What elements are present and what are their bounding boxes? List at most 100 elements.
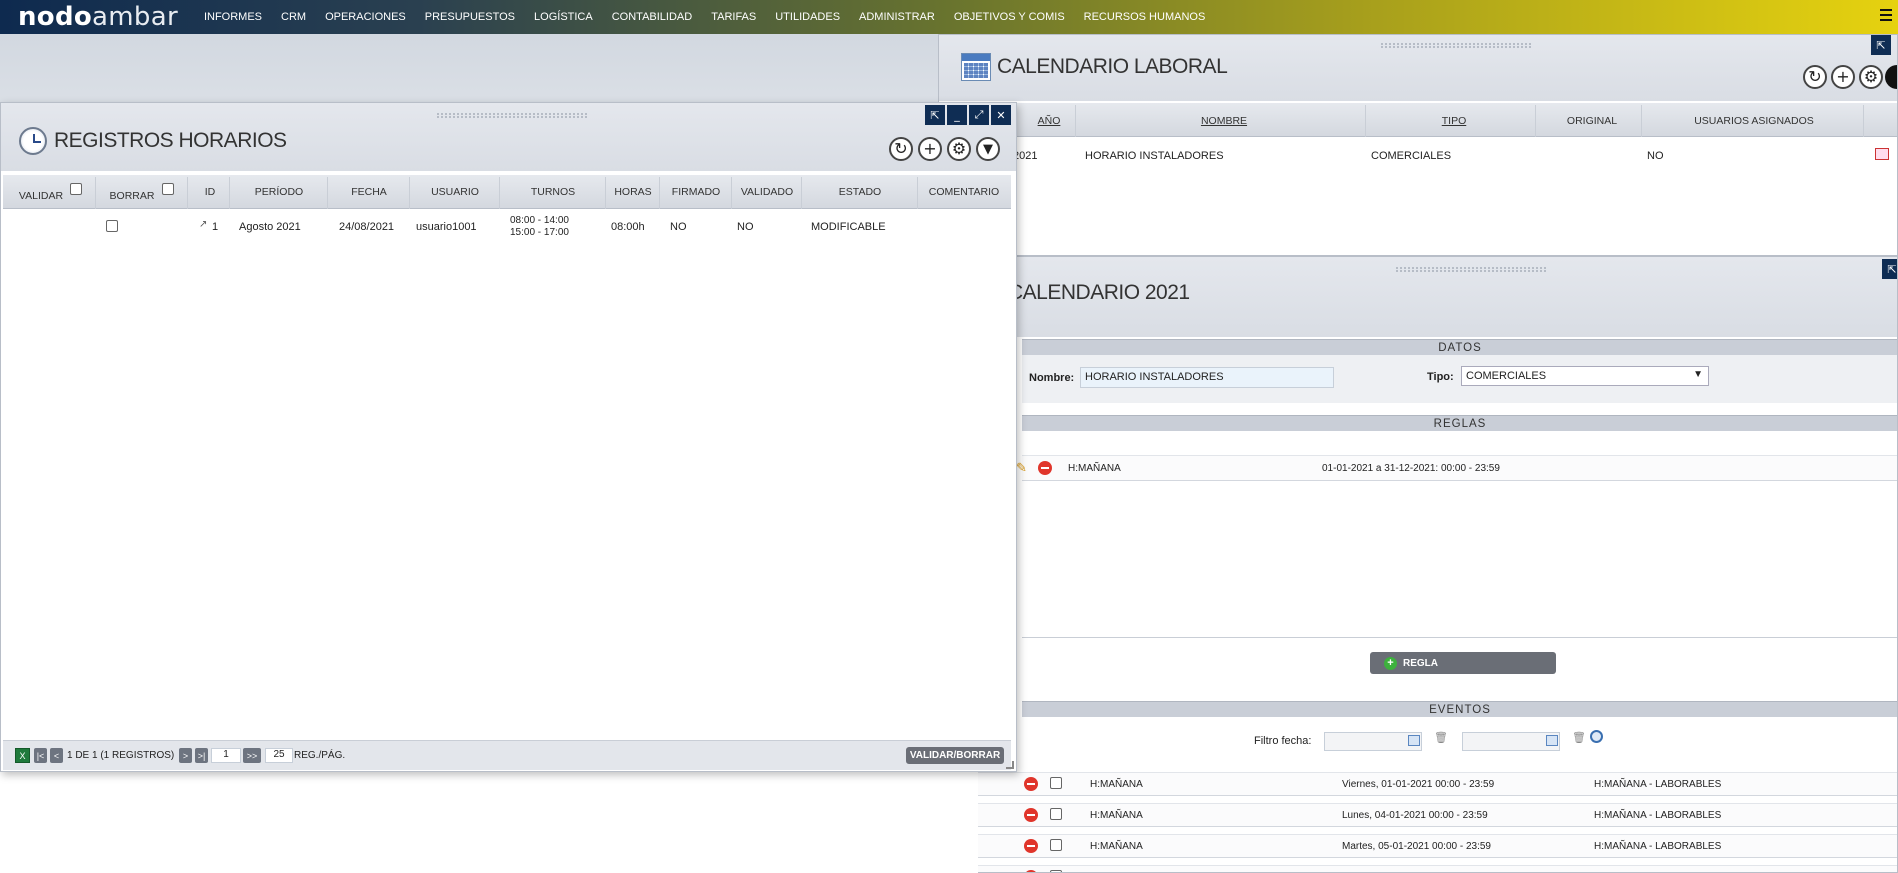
col-borrar: BORRAR [109, 190, 155, 202]
evento-checkbox[interactable] [1050, 839, 1062, 851]
menu-presupuestos[interactable]: PRESUPUESTOS [425, 11, 515, 23]
delete-icon[interactable] [1024, 839, 1038, 853]
menu-crm[interactable]: CRM [281, 11, 306, 23]
col-divider [187, 177, 188, 209]
page-number-input[interactable]: 1 [211, 748, 241, 763]
col-divider [327, 177, 328, 209]
evento-checkbox[interactable] [1050, 777, 1062, 789]
last-page-button[interactable]: >| [195, 748, 208, 763]
menu-informes[interactable]: INFORMES [204, 11, 262, 23]
col-usuario: USUARIO [431, 186, 479, 198]
maximize-icon[interactable]: ⤢ [969, 105, 989, 125]
col-validado: VALIDADO [740, 186, 794, 198]
col-divider [917, 177, 918, 209]
add-regla-button[interactable]: + REGLA [1370, 652, 1556, 674]
validar-all-checkbox[interactable] [70, 183, 82, 195]
menu-logistica[interactable]: LOGÍSTICA [534, 11, 593, 23]
col-divider [95, 177, 96, 209]
menu-operaciones[interactable]: OPERACIONES [325, 11, 406, 23]
evento-checkbox[interactable] [1050, 808, 1062, 820]
excel-export-icon[interactable]: X [15, 748, 30, 763]
validar-borrar-button[interactable]: VALIDAR/BORRAR [906, 747, 1004, 764]
cell-horas: 08:00h [611, 221, 645, 233]
eventos-section-header: EVENTOS [1022, 701, 1897, 717]
add-icon[interactable]: + [1831, 65, 1855, 89]
evento-row[interactable]: H:MAÑANA Martes, 05-01-2021 00:00 - 23:5… [978, 834, 1897, 858]
calendar-picker-icon[interactable] [1408, 735, 1420, 746]
evento-row[interactable] [978, 865, 1897, 872]
evento-name: H:MAÑANA [1090, 841, 1143, 852]
calendar-picker-icon[interactable] [1546, 735, 1558, 746]
pagination-footer: X |< < 1 DE 1 (1 REGISTROS) > >| 1 >> 25… [3, 740, 1011, 770]
borrar-checkbox[interactable] [106, 220, 118, 232]
regla-row[interactable]: ✎ H:MAÑANA 01-01-2021 a 31-12-2021: 00:0… [1016, 455, 1897, 481]
filter-funnel-icon[interactable]: ▼ [976, 137, 1000, 161]
cell-fecha: 24/08/2021 [339, 221, 395, 233]
menu-administrar[interactable]: ADMINISTRAR [859, 11, 935, 23]
filtro-fecha-label: Filtro fecha: [1254, 735, 1312, 747]
search-icon[interactable] [1590, 730, 1603, 743]
app-logo[interactable]: nodoambar [18, 2, 178, 32]
col-anio[interactable]: AÑO [1029, 115, 1069, 127]
add-icon[interactable]: + [918, 137, 942, 161]
settings-gear-icon[interactable]: ⚙ [947, 137, 971, 161]
hamburger-menu-icon[interactable] [1880, 9, 1892, 23]
minimize-icon[interactable]: _ [947, 105, 967, 125]
delete-icon[interactable] [1038, 461, 1052, 475]
nombre-field[interactable]: HORARIO INSTALADORES [1080, 367, 1334, 388]
popout-icon[interactable]: ⇱ [1882, 259, 1897, 279]
delete-icon[interactable] [1024, 808, 1038, 822]
close-icon[interactable]: ✕ [991, 105, 1011, 125]
first-page-button[interactable]: |< [34, 748, 47, 763]
col-nombre[interactable]: NOMBRE [1079, 115, 1369, 127]
menu-utilidades[interactable]: UTILIDADES [775, 11, 840, 23]
open-link-icon[interactable]: ↗ [199, 219, 207, 230]
datos-section-header: DATOS [1022, 339, 1897, 355]
tipo-select-value: COMERCIALES [1466, 370, 1547, 382]
main-menu: INFORMES CRM OPERACIONES PRESUPUESTOS LO… [204, 11, 1224, 23]
cell-id[interactable]: 1 [212, 221, 218, 233]
next-page-button[interactable]: > [179, 748, 192, 763]
evento-row[interactable]: H:MAÑANA Lunes, 04-01-2021 00:00 - 23:59… [978, 803, 1897, 827]
reglas-section-header: REGLAS [1022, 415, 1897, 431]
drag-handle[interactable] [1381, 43, 1531, 48]
refresh-icon[interactable]: ↻ [889, 137, 913, 161]
edit-pencil-icon[interactable]: ✎ [1016, 460, 1027, 476]
col-divider [1641, 105, 1642, 137]
col-divider [409, 177, 410, 209]
per-page-input[interactable]: 25 [265, 748, 293, 763]
assign-users-icon[interactable] [1875, 148, 1889, 160]
drag-handle[interactable] [1396, 267, 1546, 272]
menu-tarifas[interactable]: TARIFAS [711, 11, 756, 23]
plus-circle-icon: + [1384, 656, 1397, 670]
settings-gear-icon[interactable]: ⚙ [1859, 65, 1883, 89]
resize-grip-icon[interactable] [1006, 761, 1014, 769]
evento-row[interactable]: H:MAÑANA Viernes, 01-01-2021 00:00 - 23:… [978, 772, 1897, 796]
borrar-all-checkbox[interactable] [162, 183, 174, 195]
trash-icon[interactable]: 🗑 [1572, 731, 1586, 744]
col-firmado: FIRMADO [671, 186, 721, 198]
col-validar: VALIDAR [18, 190, 64, 202]
menu-contabilidad[interactable]: CONTABILIDAD [612, 11, 692, 23]
per-page-label: REG./PÁG. [294, 750, 346, 761]
popout-icon[interactable]: ⇱ [1871, 35, 1891, 55]
trash-icon[interactable]: 🗑 [1434, 731, 1448, 744]
popout-icon[interactable]: ⇱ [925, 105, 945, 125]
go-page-button[interactable]: >> [243, 748, 261, 763]
col-comentario: COMENTARIO [928, 186, 1000, 198]
menu-objetivos[interactable]: OBJETIVOS Y COMIS [954, 11, 1065, 23]
table-row[interactable]: ↗ 1 Agosto 2021 24/08/2021 usuario1001 0… [3, 209, 1011, 245]
menu-recursos-humanos[interactable]: RECURSOS HUMANOS [1084, 11, 1206, 23]
window-title: CALENDARIO 2021 [1008, 281, 1190, 304]
drag-handle[interactable] [437, 113, 587, 118]
cell-estado: MODIFICABLE [811, 221, 886, 233]
prev-page-button[interactable]: < [50, 748, 63, 763]
delete-icon[interactable] [1024, 777, 1038, 791]
col-tipo[interactable]: TIPO [1369, 115, 1539, 127]
evento-date: Martes, 05-01-2021 00:00 - 23:59 [1342, 841, 1491, 852]
col-divider [499, 177, 500, 209]
tipo-select[interactable]: COMERCIALES ▼ [1461, 366, 1709, 386]
refresh-icon[interactable]: ↻ [1803, 65, 1827, 89]
col-estado: ESTADO [838, 186, 882, 198]
table-row[interactable]: 2021 HORARIO INSTALADORES COMERCIALES NO [939, 139, 1897, 171]
